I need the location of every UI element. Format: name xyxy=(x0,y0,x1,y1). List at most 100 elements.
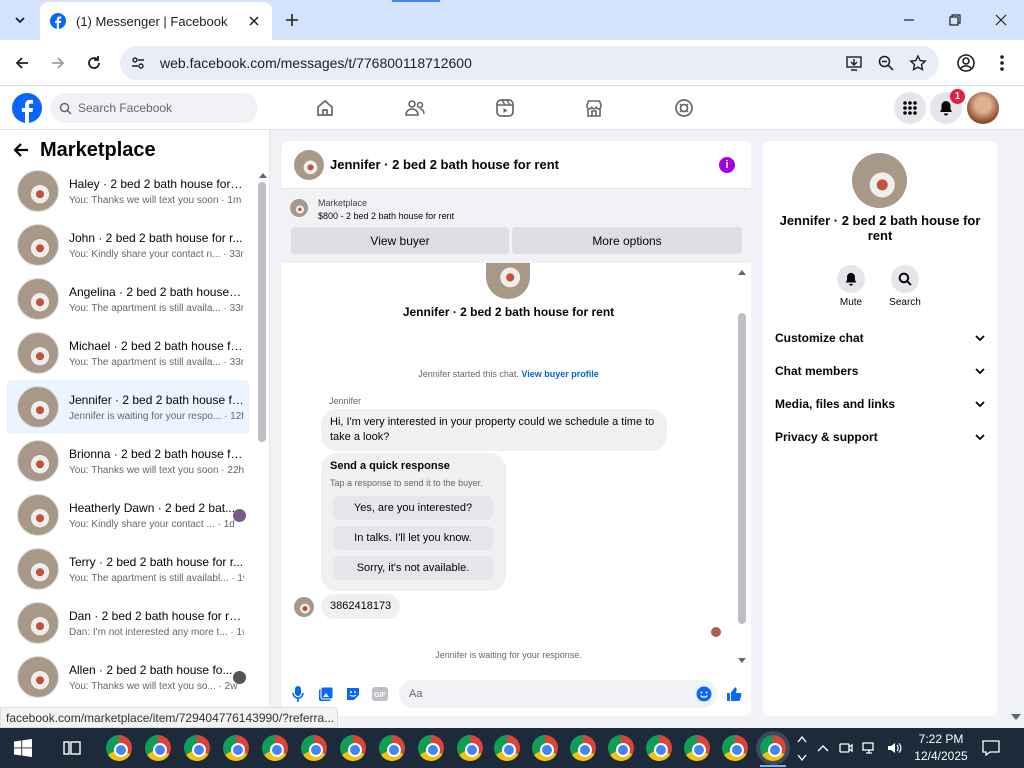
chrome-taskbar-icon[interactable] xyxy=(340,735,366,761)
gif-icon[interactable]: GIF xyxy=(372,686,388,702)
facebook-logo-icon[interactable] xyxy=(12,93,42,123)
tab-close-icon[interactable] xyxy=(246,13,262,29)
reload-icon[interactable] xyxy=(82,51,106,75)
page-scroll-down-arrow-icon[interactable] xyxy=(1011,714,1021,722)
message-bubble[interactable]: 3862418173 xyxy=(321,594,401,619)
chrome-taskbar-icon[interactable] xyxy=(684,735,710,761)
media-files-links-section[interactable]: Media, files and links xyxy=(775,394,985,414)
install-app-icon[interactable] xyxy=(843,52,865,74)
action-center-icon[interactable] xyxy=(982,739,1000,757)
browser-menu-icon[interactable] xyxy=(990,51,1014,75)
message-input[interactable]: Aa xyxy=(399,680,717,708)
back-arrow-icon[interactable] xyxy=(12,141,30,159)
chrome-taskbar-icon[interactable] xyxy=(301,735,327,761)
bookmark-star-icon[interactable] xyxy=(907,52,929,74)
facebook-search-input[interactable]: Search Facebook xyxy=(50,93,258,123)
windows-start-icon[interactable] xyxy=(14,739,32,757)
volume-icon[interactable] xyxy=(886,740,902,756)
chrome-taskbar-icon[interactable] xyxy=(532,735,558,761)
conversation-item[interactable]: Michael · 2 bed 2 bath house fo... You: T… xyxy=(6,326,250,380)
forward-arrow-icon[interactable] xyxy=(46,51,70,75)
chat-header-title[interactable]: Jennifer · 2 bed 2 bath house for rent xyxy=(330,157,719,172)
back-arrow-icon[interactable] xyxy=(10,51,34,75)
view-buyer-profile-link[interactable]: View buyer profile xyxy=(521,369,598,379)
privacy-support-section[interactable]: Privacy & support xyxy=(775,427,985,447)
photo-icon[interactable] xyxy=(318,686,334,702)
chrome-taskbar-icon[interactable] xyxy=(379,735,405,761)
task-view-icon[interactable] xyxy=(62,738,82,758)
scroll-up-arrow-icon[interactable] xyxy=(259,172,267,178)
meet-now-icon[interactable] xyxy=(838,740,854,756)
chrome-taskbar-icon[interactable] xyxy=(262,735,288,761)
customize-chat-section[interactable]: Customize chat xyxy=(775,328,985,348)
minimize-window-icon[interactable] xyxy=(899,10,919,30)
chat-scrollbar[interactable] xyxy=(738,313,746,624)
info-icon[interactable]: i xyxy=(719,156,735,173)
conversation-item[interactable]: Angelina · 2 bed 2 bath house f... You: T… xyxy=(6,272,250,326)
chrome-taskbar-icon[interactable] xyxy=(418,735,444,761)
mute-button[interactable]: Mute xyxy=(829,265,873,308)
gaming-icon[interactable] xyxy=(672,96,696,120)
conversation-item-active[interactable]: Jennifer · 2 bed 2 bath house fo... Jenni… xyxy=(6,380,250,434)
menu-grid-icon[interactable] xyxy=(894,92,926,124)
sender-avatar[interactable] xyxy=(294,597,314,617)
marketplace-icon[interactable] xyxy=(582,96,606,120)
video-icon[interactable] xyxy=(493,96,517,120)
quick-response-option[interactable]: Sorry, it's not available. xyxy=(333,556,493,580)
conversation-item[interactable]: Terry · 2 bed 2 bath house for r... You: … xyxy=(6,542,250,596)
conversation-item[interactable]: Haley · 2 bed 2 bath house for r... You: … xyxy=(6,164,250,218)
friends-icon[interactable] xyxy=(403,96,427,120)
chrome-taskbar-icon[interactable] xyxy=(608,735,634,761)
scroll-down-arrow-icon[interactable] xyxy=(738,658,746,664)
quick-response-option[interactable]: In talks. I'll let you know. xyxy=(333,526,493,550)
chat-header-thumbnail[interactable] xyxy=(294,149,324,180)
sticker-icon[interactable] xyxy=(345,686,361,702)
close-window-icon[interactable] xyxy=(991,10,1011,30)
system-clock[interactable]: 7:22 PM 12/4/2025 xyxy=(906,731,976,765)
account-avatar[interactable] xyxy=(967,92,999,124)
conversation-item[interactable]: Allen · 2 bed 2 bath house fo... You: Tha… xyxy=(6,650,250,704)
conversation-item[interactable]: Dan · 2 bed 2 bath house for rent Dan: I'… xyxy=(6,596,250,650)
chrome-taskbar-icon[interactable] xyxy=(145,735,171,761)
scroll-up-arrow-icon[interactable] xyxy=(738,269,746,275)
chrome-taskbar-icon[interactable] xyxy=(494,735,520,761)
listing-thumbnail[interactable] xyxy=(852,153,907,208)
sidebar-scrollbar[interactable] xyxy=(258,182,266,442)
site-settings-icon[interactable] xyxy=(130,55,146,71)
chrome-taskbar-icon[interactable] xyxy=(457,735,483,761)
chrome-taskbar-icon[interactable] xyxy=(722,735,748,761)
microphone-icon[interactable] xyxy=(290,686,306,702)
quick-response-option[interactable]: Yes, are you interested? xyxy=(333,496,493,520)
more-options-button[interactable]: More options xyxy=(512,227,742,254)
thumbs-up-icon[interactable] xyxy=(726,686,742,702)
search-in-chat-button[interactable]: Search xyxy=(883,265,927,308)
chrome-taskbar-icon[interactable] xyxy=(646,735,672,761)
restore-window-icon[interactable] xyxy=(945,10,965,30)
tray-overflow-chevron-icon[interactable] xyxy=(815,740,831,756)
listing-text[interactable]: $800 - 2 bed 2 bath house for rent xyxy=(318,211,454,221)
zoom-icon[interactable] xyxy=(875,52,897,74)
url-text[interactable]: web.facebook.com/messages/t/776800118712… xyxy=(160,55,833,71)
profile-icon[interactable] xyxy=(954,51,978,75)
conversation-item[interactable]: Heatherly Dawn · 2 bed 2 bat... You: Kind… xyxy=(6,488,250,542)
chrome-taskbar-icon[interactable] xyxy=(223,735,249,761)
conversation-preview: You: The apartment is still availa... · … xyxy=(69,356,244,368)
emoji-icon[interactable] xyxy=(696,686,712,702)
home-icon[interactable] xyxy=(313,96,337,120)
chat-started-text: Jennifer started this chat. xyxy=(418,369,519,379)
taskbar-scroll-arrows-icon[interactable] xyxy=(795,728,809,768)
network-icon[interactable] xyxy=(862,740,878,756)
chrome-taskbar-icon[interactable] xyxy=(570,735,596,761)
conversation-item[interactable]: John · 2 bed 2 bath house for r... You: K… xyxy=(6,218,250,272)
chrome-taskbar-icon[interactable] xyxy=(184,735,210,761)
chat-members-section[interactable]: Chat members xyxy=(775,361,985,381)
browser-tab-messenger[interactable]: (1) Messenger | Facebook xyxy=(40,2,272,40)
chrome-taskbar-icon-active[interactable] xyxy=(760,735,786,761)
new-tab-icon[interactable] xyxy=(282,10,302,30)
address-bar[interactable]: web.facebook.com/messages/t/776800118712… xyxy=(120,46,939,80)
tab-search-dropdown-icon[interactable] xyxy=(8,8,32,32)
chrome-taskbar-icon[interactable] xyxy=(106,735,132,761)
view-buyer-button[interactable]: View buyer xyxy=(291,227,509,254)
conversation-item[interactable]: Brionna · 2 bed 2 bath house fo... You: T… xyxy=(6,434,250,488)
message-bubble[interactable]: Hi, I'm very interested in your property… xyxy=(321,409,667,451)
